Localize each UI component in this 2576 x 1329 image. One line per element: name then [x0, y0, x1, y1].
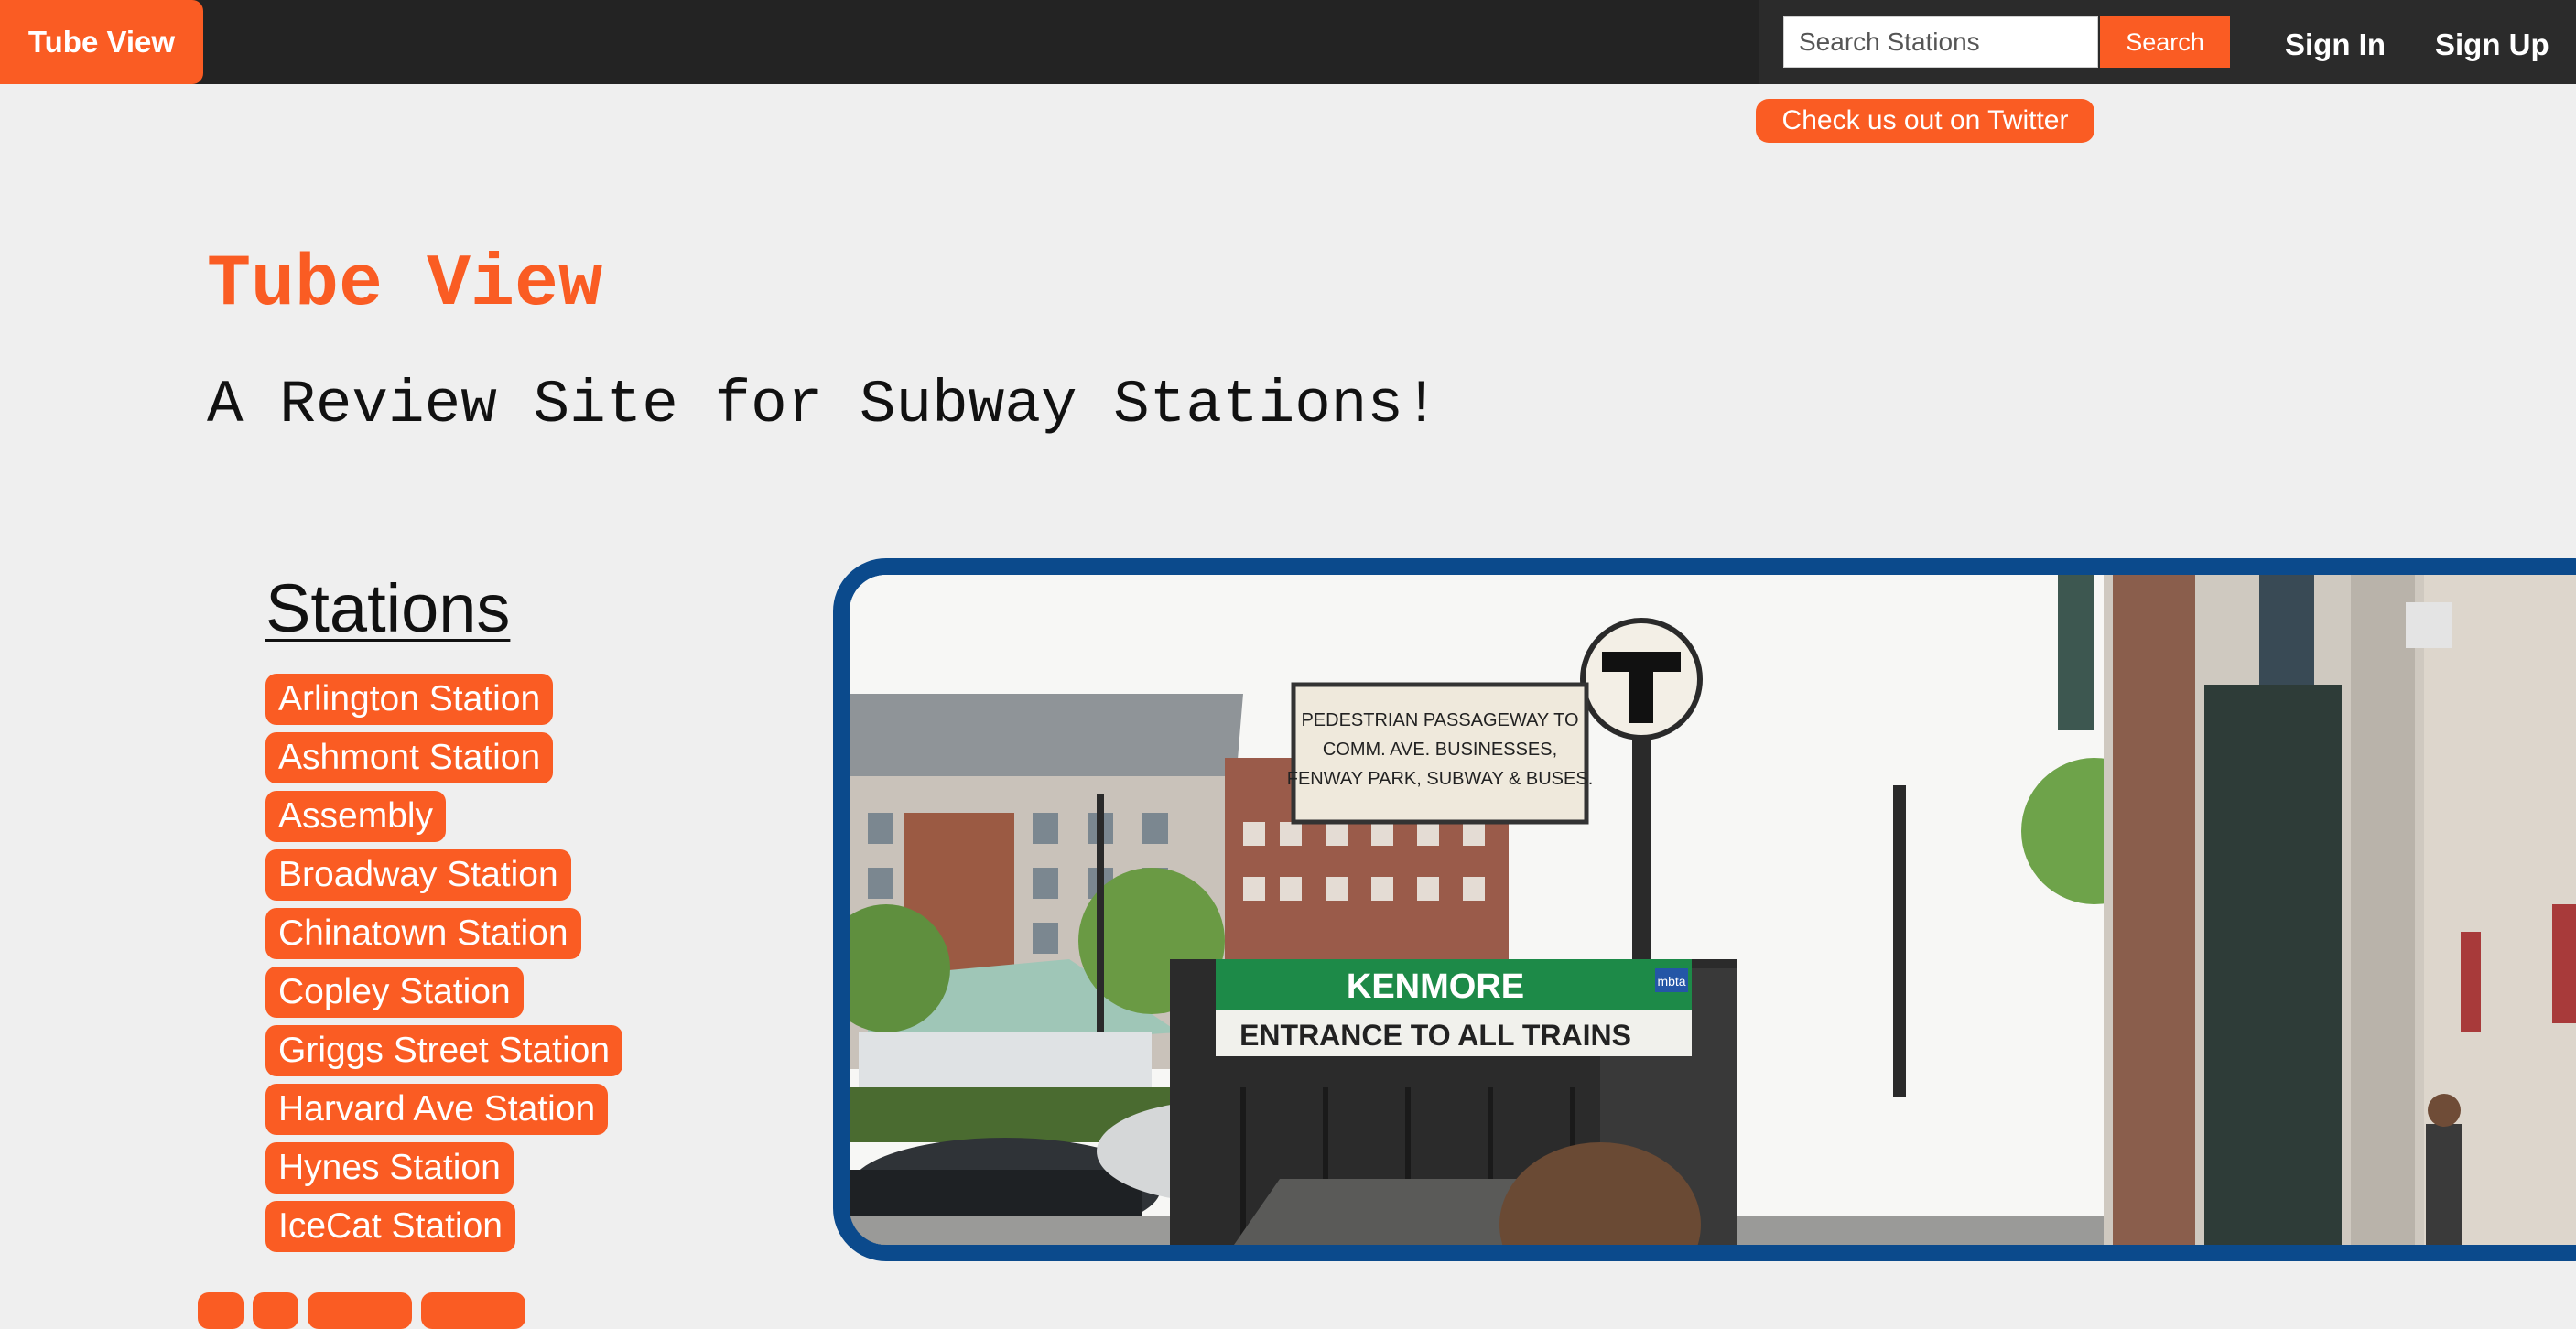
station-list-item: Harvard Ave Station [265, 1084, 622, 1135]
station-link[interactable]: Broadway Station [265, 849, 571, 901]
station-link[interactable]: Hynes Station [265, 1142, 514, 1194]
page-subtitle: A Review Site for Subway Stations! [207, 371, 1440, 439]
station-list-item: Arlington Station [265, 674, 622, 725]
passageway-sign-line3: FENWAY PARK, SUBWAY & BUSES. [1287, 769, 1594, 789]
station-list-item: IceCat Station [265, 1201, 622, 1252]
search-button[interactable]: Search [2100, 16, 2230, 68]
pagination-next-button[interactable] [421, 1292, 525, 1329]
station-list-item: Copley Station [265, 967, 622, 1018]
station-link[interactable]: IceCat Station [265, 1201, 515, 1252]
passageway-sign-line1: PEDESTRIAN PASSAGEWAY TO [1301, 710, 1578, 730]
kenmore-sign-text: KENMORE [1347, 967, 1524, 1006]
station-list-item: Broadway Station [265, 849, 622, 901]
station-list-item: Ashmont Station [265, 732, 622, 783]
kenmore-station-image: PEDESTRIAN PASSAGEWAY TO COMM. AVE. BUSI… [850, 575, 2576, 1245]
passageway-sign-line2: COMM. AVE. BUSINESSES, [1323, 740, 1557, 760]
station-link[interactable]: Harvard Ave Station [265, 1084, 609, 1135]
station-photo: PEDESTRIAN PASSAGEWAY TO COMM. AVE. BUSI… [833, 558, 2576, 1261]
station-link[interactable]: Assembly [265, 791, 447, 842]
pagination-page-button[interactable] [253, 1292, 298, 1329]
brand-logo-button[interactable]: Tube View [0, 0, 203, 84]
twitter-link-badge[interactable]: Check us out on Twitter [1756, 99, 2094, 143]
mbta-sign-text: mbta [1657, 974, 1685, 989]
station-list-item: Hynes Station [265, 1142, 622, 1194]
station-link[interactable]: Arlington Station [265, 674, 554, 725]
stations-heading: Stations [265, 570, 511, 646]
station-list-item: Assembly [265, 791, 622, 842]
station-link[interactable]: Copley Station [265, 967, 524, 1018]
sign-in-link[interactable]: Sign In [2285, 0, 2386, 84]
pagination-page-button[interactable] [308, 1292, 412, 1329]
station-link[interactable]: Griggs Street Station [265, 1025, 623, 1076]
station-list-item: Chinatown Station [265, 908, 622, 959]
pagination-prev-button[interactable] [198, 1292, 244, 1329]
station-link[interactable]: Chinatown Station [265, 908, 581, 959]
sign-up-link[interactable]: Sign Up [2435, 0, 2549, 84]
entrance-sign-text: ENTRANCE TO ALL TRAINS [1239, 1019, 1631, 1052]
station-list-item: Griggs Street Station [265, 1025, 623, 1076]
search-input[interactable] [1783, 16, 2098, 68]
page-title: Tube View [207, 243, 603, 327]
station-list: Arlington Station Ashmont Station Assemb… [265, 674, 623, 1259]
station-link[interactable]: Ashmont Station [265, 732, 554, 783]
